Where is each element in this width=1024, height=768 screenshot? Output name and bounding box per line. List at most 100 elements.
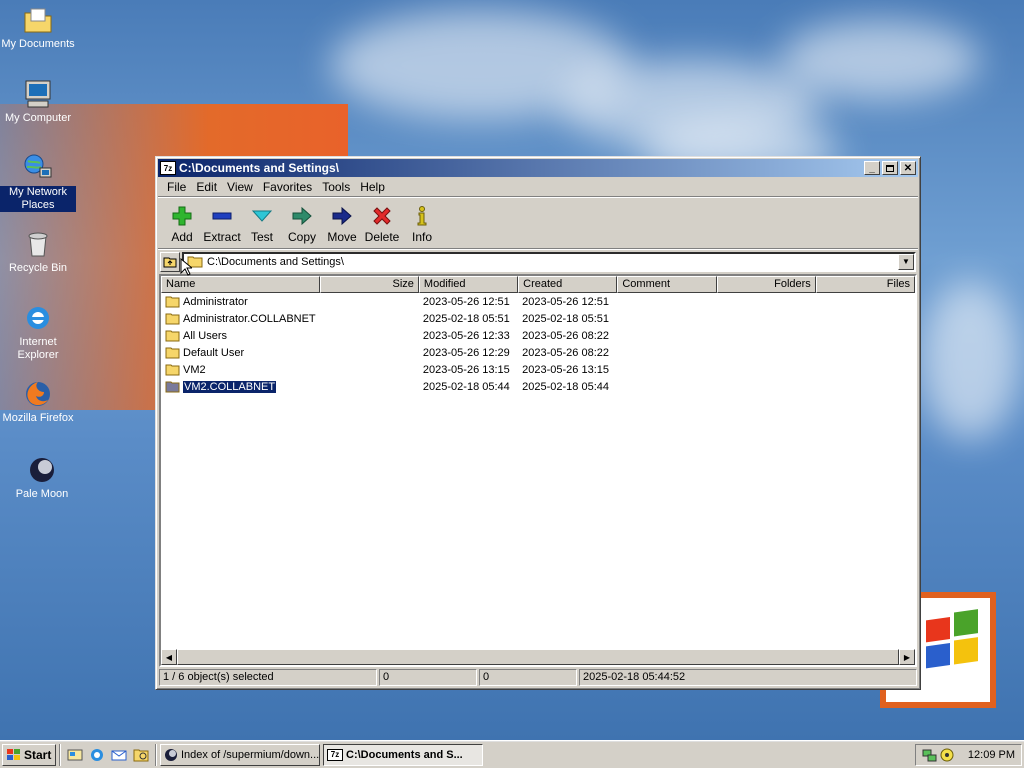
recycle-bin-icon [28,232,48,257]
up-folder-button[interactable] [160,251,180,272]
status-packed-size: 0 [479,669,577,686]
cell-modified: 2023-05-26 12:51 [422,295,510,308]
desktop-icon-recycle-bin[interactable]: Recycle Bin [0,228,76,275]
file-name: VM2.COLLABNET [181,380,278,393]
table-row[interactable]: VM2.COLLABNET 2025-02-18 05:44 2025-02-18 … [161,378,915,395]
menu-edit[interactable]: Edit [191,180,222,194]
cell-created: 2023-05-26 13:15 [522,363,609,376]
test-button[interactable]: Test [242,204,282,244]
column-header-files[interactable]: Files [815,276,915,293]
move-icon [332,206,352,226]
up-folder-icon [163,257,177,267]
cell-created: 2025-02-18 05:44 [522,380,609,393]
test-icon [251,210,273,222]
minimize-button[interactable]: _ [864,161,880,175]
horizontal-scrollbar[interactable]: ◀ ▶ [161,649,915,665]
move-label: Move [327,230,357,244]
file-name: Administrator.COLLABNET [183,312,316,325]
network-tray-icon[interactable] [922,747,938,763]
toolbar: Add Extract Test Copy Move Delete Info [158,196,918,248]
table-row[interactable]: Default User 2023-05-26 12:29 2023-05-26 0… [161,344,915,361]
file-list[interactable]: Name Size Modified Created Comment Folde… [159,274,917,667]
cell-name: Administrator.COLLABNET [161,313,320,325]
column-header-name[interactable]: Name [161,276,320,293]
cell-created: 2023-05-26 08:22 [522,329,609,342]
folder-icon [165,381,180,392]
column-header-created[interactable]: Created [518,276,618,293]
task-button-browser[interactable]: Index of /supermium/down... [160,743,320,766]
menu-favorites[interactable]: Favorites [258,180,317,194]
status-selection: 1 / 6 object(s) selected [159,669,377,686]
scroll-thumb[interactable] [177,649,899,665]
taskbar-separator [59,743,61,766]
column-header-comment[interactable]: Comment [617,276,717,293]
table-row[interactable]: VM2 2023-05-26 13:15 2023-05-26 13:15 [161,361,915,378]
close-icon: ✕ [903,162,913,174]
quicklaunch-outlook-express[interactable] [109,745,129,765]
close-button[interactable]: ✕ [900,161,916,175]
copy-button[interactable]: Copy [282,204,322,244]
pale-moon-icon [165,748,177,761]
quicklaunch-show-desktop[interactable] [65,745,85,765]
start-label: Start [24,747,52,762]
cell-name: All Users [161,330,320,342]
menu-tools[interactable]: Tools [317,180,355,194]
cell-created: 2025-02-18 05:51 [522,312,609,325]
desktop-icon-pale-moon[interactable]: Pale Moon [4,454,80,501]
quicklaunch-internet-explorer[interactable] [87,745,107,765]
window-title: C:\Documents and Settings\ [179,161,340,175]
column-header-folders[interactable]: Folders [716,276,816,293]
explorer-icon [133,749,149,761]
show-desktop-icon [67,749,83,760]
info-label: Info [411,230,432,244]
table-row[interactable]: Administrator.COLLABNET 2025-02-18 05:51 2… [161,310,915,327]
file-list-header: Name Size Modified Created Comment Folde… [161,276,915,293]
desktop-icon-my-documents[interactable]: My Documents [0,4,76,51]
folder-icon [165,347,180,358]
start-button[interactable]: Start [2,743,56,766]
table-row[interactable]: All Users 2023-05-26 12:33 2023-05-26 08:2… [161,327,915,344]
column-header-size[interactable]: Size [319,276,419,293]
task-button-7zip[interactable]: 7z C:\Documents and S... [323,743,483,766]
copy-icon [292,206,312,226]
firefox-icon [26,382,50,406]
folder-icon [165,313,180,324]
address-field[interactable]: C:\Documents and Settings\ ▼ [182,251,916,272]
file-name: VM2 [183,363,206,376]
tray-app-icon[interactable] [940,748,954,762]
clock[interactable]: 12:09 PM [968,749,1015,761]
desktop-icon-mozilla-firefox[interactable]: Mozilla Firefox [0,378,76,425]
quicklaunch-explorer[interactable] [131,745,151,765]
folder-icon [165,330,180,341]
menu-file[interactable]: File [162,180,191,194]
folder-icon [165,296,180,307]
scroll-left-button[interactable]: ◀ [161,649,177,665]
table-row[interactable]: Administrator 2023-05-26 12:51 2023-05-26 … [161,293,915,310]
move-button[interactable]: Move [322,204,362,244]
desktop-icon-internet-explorer[interactable]: Internet Explorer [0,302,76,362]
desktop-icon-my-computer[interactable]: My Computer [0,78,76,125]
minimize-icon: _ [869,162,875,174]
menu-help[interactable]: Help [355,180,390,194]
add-icon [172,206,192,226]
delete-button[interactable]: Delete [362,204,402,244]
scroll-right-button[interactable]: ▶ [899,649,915,665]
maximize-button[interactable] [882,161,898,175]
column-header-modified[interactable]: Modified [418,276,519,293]
info-button[interactable]: Info [402,204,442,244]
add-button[interactable]: Add [162,204,202,244]
arrow-right-icon: ▶ [903,652,911,662]
internet-explorer-icon [91,748,103,761]
info-icon [417,206,427,226]
desktop-icon-my-network-places[interactable]: My Network Places [0,152,76,212]
windows-logo-icon [7,748,20,760]
delete-label: Delete [364,230,400,244]
menu-view[interactable]: View [222,180,258,194]
system-tray: 12:09 PM [914,743,1022,766]
taskbar-separator [155,743,157,766]
cell-modified: 2025-02-18 05:51 [422,312,510,325]
address-dropdown-button[interactable]: ▼ [898,253,914,270]
file-name: Default User [183,346,245,359]
extract-button[interactable]: Extract [202,204,242,244]
window-titlebar[interactable]: 7z C:\Documents and Settings\ _ ✕ [158,159,918,177]
